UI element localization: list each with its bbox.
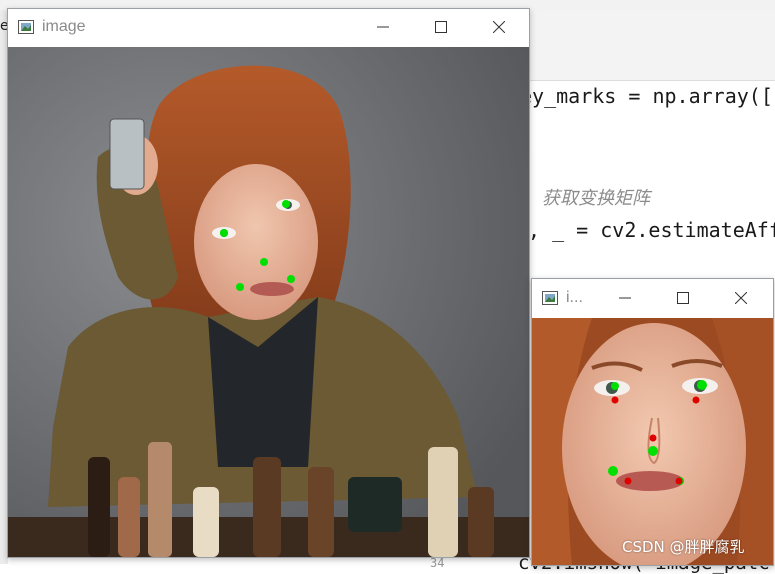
landmark-mouth-right — [287, 275, 295, 283]
app-image-icon — [18, 20, 34, 34]
landmark-left-eye — [220, 229, 228, 237]
maximize-button[interactable] — [660, 279, 706, 317]
target-mouth-left-marker — [624, 477, 632, 485]
landmark-right-eye — [697, 380, 707, 390]
close-icon — [493, 21, 505, 33]
target-left-eye-marker — [611, 396, 619, 404]
app-image-icon — [542, 291, 558, 305]
maximize-icon — [677, 292, 689, 304]
line-number: 34 — [430, 556, 445, 570]
face-crop-image — [532, 318, 773, 565]
close-button[interactable] — [476, 9, 522, 45]
image-patch-window-titlebar[interactable]: i... — [532, 279, 773, 317]
landmark-mouth-left — [236, 283, 244, 291]
close-button[interactable] — [718, 279, 764, 317]
minimize-button[interactable] — [360, 9, 406, 45]
target-right-eye-marker — [692, 396, 700, 404]
close-icon — [735, 292, 747, 304]
image-window-titlebar[interactable]: image — [8, 9, 529, 45]
watermark: CSDN @胖胖腐乳 — [622, 538, 745, 556]
landmark-nose — [648, 446, 658, 456]
landmark-left-eye — [611, 382, 619, 390]
minimize-button[interactable] — [602, 279, 648, 317]
image-patch-window[interactable]: i... — [531, 278, 774, 566]
image-canvas — [8, 47, 529, 557]
image-patch-canvas — [532, 318, 773, 565]
landmark-nose — [260, 258, 268, 266]
minimize-icon — [377, 26, 389, 28]
image-window[interactable]: image — [7, 8, 530, 558]
ide-tab-area — [520, 10, 775, 81]
code-comment: 获取变换矩阵 — [542, 188, 650, 209]
maximize-icon — [435, 21, 447, 33]
code-line-key-marks: ey_marks = np.array([ — [520, 84, 773, 108]
landmark-right-eye — [282, 200, 290, 208]
landmark-mouth-left — [608, 466, 618, 476]
portrait-image — [8, 47, 529, 557]
code-line-estimate: , _ = cv2.estimateAff — [528, 218, 775, 242]
window-title: image — [42, 18, 86, 35]
window-title: i... — [566, 289, 583, 306]
maximize-button[interactable] — [418, 9, 464, 45]
target-nose-marker — [649, 434, 657, 442]
target-mouth-right-marker — [675, 477, 683, 485]
minimize-icon — [619, 297, 631, 299]
